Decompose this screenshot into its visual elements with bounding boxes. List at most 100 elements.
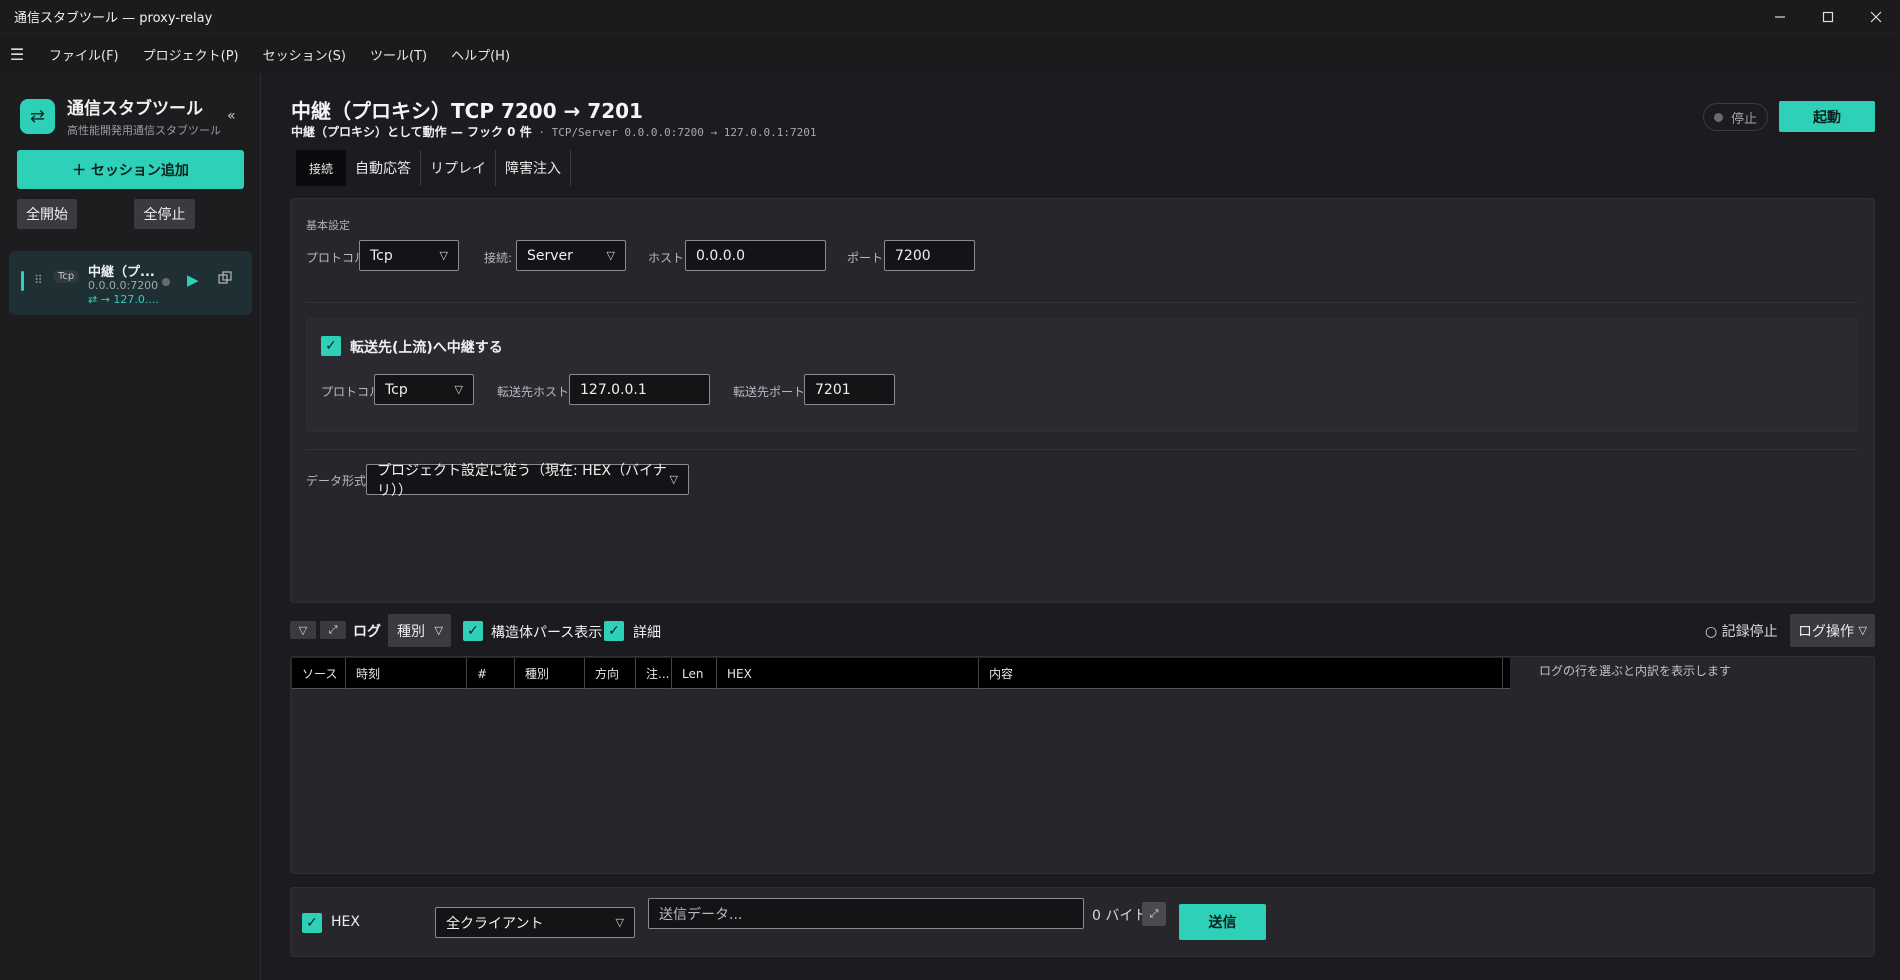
status-dot-icon (1713, 112, 1723, 122)
send-target-value: 全クライアント (446, 915, 544, 932)
expand-editor-icon[interactable]: ⤢ (1142, 902, 1166, 926)
connection-select[interactable]: Server ▽ (516, 240, 626, 271)
menu-tools[interactable]: ツール(T) (358, 45, 439, 64)
detail-label: 詳細 (633, 625, 661, 641)
relay-host-label: 転送先ホスト: (497, 385, 574, 399)
log-operations-menu[interactable]: ログ操作 ▽ (1790, 614, 1875, 647)
menu-file[interactable]: ファイル(F) (37, 45, 131, 64)
tab-fault-injection[interactable]: 障害注入 (496, 150, 572, 186)
tab-bar: 接続 自動応答 リプレイ 障害注入 (296, 150, 572, 186)
column-header[interactable]: Len (672, 658, 717, 689)
column-header[interactable]: 内容 (979, 658, 1503, 689)
hamburger-menu-icon[interactable]: ☰ (0, 45, 34, 64)
relay-port-label: 転送先ポート: (733, 385, 810, 399)
send-target-select[interactable]: 全クライアント ▽ (435, 907, 635, 938)
title-bar: 通信スタブツール — proxy-relay (0, 0, 1900, 34)
expand-log-icon[interactable]: ⤢ (320, 621, 346, 639)
minimize-icon[interactable] (1756, 0, 1804, 34)
subtitle-detail: · TCP/Server 0.0.0.0:7200 → 127.0.0.1:72… (531, 126, 817, 139)
chevron-down-icon: ▽ (615, 916, 624, 929)
relay-port-input[interactable]: 7201 (804, 374, 895, 405)
data-format-label: データ形式: (306, 474, 371, 488)
close-icon[interactable] (1852, 0, 1900, 34)
log-title: ログ (353, 624, 381, 640)
kind-filter-value: 種別 (397, 623, 425, 640)
send-button[interactable]: 送信 (1179, 904, 1266, 940)
chevron-down-icon: ▽ (439, 249, 448, 262)
window-controls (1756, 0, 1900, 34)
subtitle-main: 中継（プロキシ）として動作 — フック 0 件 (291, 125, 532, 139)
record-stop-toggle[interactable]: ○ 記録停止 (1705, 621, 1778, 641)
log-table-header: ソース 時刻 # 種別 方向 注... Len HEX 内容 (292, 658, 1510, 689)
page-title: 中継（プロキシ）TCP 7200 → 7201 (291, 99, 643, 123)
relay-host-input[interactable]: 127.0.0.1 (569, 374, 710, 405)
stop-all-button[interactable]: 全停止 (134, 199, 195, 229)
duplicate-icon[interactable] (218, 271, 232, 289)
chevron-down-icon: ▽ (434, 624, 443, 637)
detail-checkbox[interactable]: ✓ (604, 621, 624, 641)
column-header[interactable]: HEX (717, 658, 979, 689)
host-label: ホスト: (648, 251, 689, 265)
app-logo-icon: ⇄ (20, 98, 55, 134)
connection-value: Server (527, 247, 573, 264)
column-header[interactable]: # (467, 658, 515, 689)
session-forward: ⇄ → 127.0.... (88, 293, 159, 306)
struct-parse-checkbox[interactable]: ✓ (463, 621, 483, 641)
session-list-item[interactable]: ⠿ Tcp 中継（プ... 0.0.0.0:7200 ⇄ → 127.0....… (9, 251, 252, 315)
kind-filter-select[interactable]: 種別 ▽ (388, 614, 451, 647)
log-operations-label: ログ操作 (1798, 623, 1854, 640)
tab-auto-response[interactable]: 自動応答 (346, 150, 422, 186)
collapse-log-button[interactable]: ▽ (290, 621, 316, 639)
column-header[interactable]: ソース (292, 658, 346, 689)
chevron-down-icon: ▽ (606, 249, 615, 262)
menu-session[interactable]: セッション(S) (251, 45, 358, 64)
data-format-value: プロジェクト設定に従う（現在: HEX（バイナリ）） (377, 462, 667, 499)
tab-replay[interactable]: リプレイ (421, 150, 497, 186)
app-subtitle: 高性能開発用通信スタブツール (67, 124, 221, 137)
status-dot-icon (162, 278, 170, 286)
protocol-badge: Tcp (53, 270, 80, 283)
column-header[interactable]: 種別 (515, 658, 585, 689)
protocol-select[interactable]: Tcp ▽ (359, 240, 459, 271)
host-input[interactable]: 0.0.0.0 (685, 240, 826, 271)
session-address: 0.0.0.0:7200 (88, 279, 159, 292)
column-header[interactable]: 方向 (585, 658, 636, 689)
relay-checkbox[interactable]: ✓ (321, 336, 341, 356)
drag-handle-icon[interactable]: ⠿ (34, 273, 43, 287)
relay-protocol-select[interactable]: Tcp ▽ (374, 374, 474, 405)
status-badge: 停止 (1703, 103, 1768, 131)
tab-connection[interactable]: 接続 (296, 150, 347, 186)
page-subtitle: 中継（プロキシ）として動作 — フック 0 件 · TCP/Server 0.0… (291, 123, 816, 140)
divider (306, 449, 1858, 450)
relay-protocol-value: Tcp (385, 381, 408, 398)
log-table: ソース 時刻 # 種別 方向 注... Len HEX 内容 ログの行を選ぶと内… (290, 656, 1875, 874)
relay-checkbox-label: 転送先(上流)へ中継する (350, 340, 503, 356)
column-header[interactable]: 時刻 (346, 658, 467, 689)
start-all-button[interactable]: 全開始 (17, 199, 77, 229)
divider (306, 302, 1858, 303)
menu-help[interactable]: ヘルプ(H) (439, 45, 522, 64)
basic-settings-title: 基本設定 (306, 219, 350, 232)
start-button[interactable]: 起動 (1779, 101, 1875, 132)
menu-bar: ☰ ファイル(F) プロジェクト(P) セッション(S) ツール(T) ヘルプ(… (0, 34, 1900, 74)
chevron-down-icon: ▽ (454, 383, 463, 396)
connection-label: 接続: (484, 251, 513, 265)
data-format-select[interactable]: プロジェクト設定に従う（現在: HEX（バイナリ）） ▽ (366, 463, 689, 499)
hex-label: HEX (331, 914, 360, 930)
maximize-icon[interactable] (1804, 0, 1852, 34)
chevron-down-icon: ▽ (1858, 624, 1867, 637)
log-detail-hint: ログの行を選ぶと内訳を表示します (1539, 664, 1732, 678)
app-name: 通信スタブツール (67, 99, 203, 119)
play-icon[interactable]: ▶ (187, 271, 199, 289)
menu-project[interactable]: プロジェクト(P) (131, 45, 251, 64)
column-header[interactable]: 注... (636, 658, 672, 689)
protocol-value: Tcp (370, 247, 393, 264)
port-input[interactable]: 7200 (884, 240, 975, 271)
add-session-button[interactable]: ＋ セッション追加 (17, 150, 244, 189)
send-data-input[interactable]: 送信データ... (648, 898, 1084, 929)
struct-parse-label: 構造体パース表示 (491, 625, 603, 641)
hex-checkbox[interactable]: ✓ (302, 913, 322, 933)
collapse-sidebar-icon[interactable]: « (227, 108, 236, 124)
window-title: 通信スタブツール — proxy-relay (14, 11, 213, 26)
status-label: 停止 (1730, 111, 1757, 127)
